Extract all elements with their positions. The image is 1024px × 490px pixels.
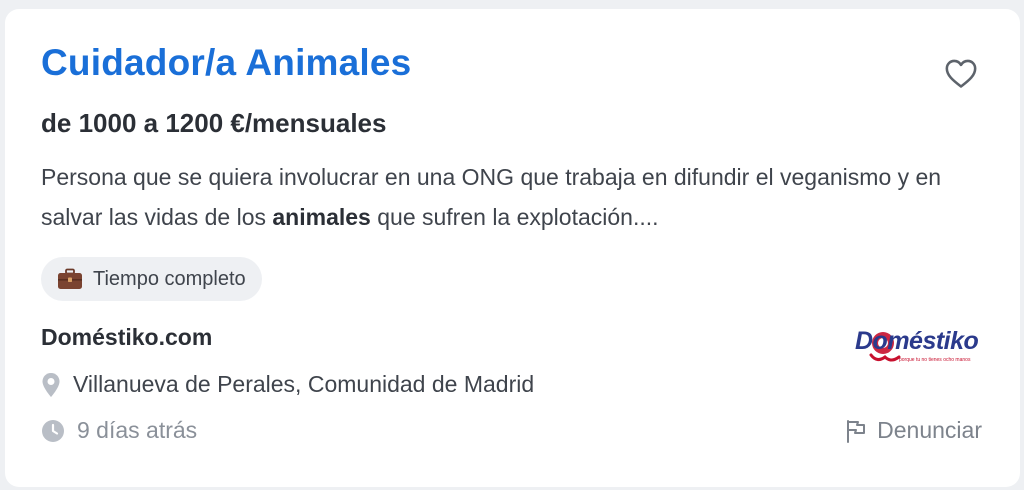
flag-icon xyxy=(845,419,867,443)
heart-outline-icon xyxy=(944,57,978,89)
job-description: Persona que se quiera involucrar en una … xyxy=(41,157,981,237)
logo-wordmark: Doméstiko xyxy=(855,327,979,355)
favorite-button[interactable] xyxy=(941,53,981,93)
contract-type-badge: Tiempo completo xyxy=(41,257,262,301)
posted-time-text: 9 días atrás xyxy=(77,417,198,443)
company-name[interactable]: Doméstiko.com xyxy=(41,324,212,351)
report-button[interactable]: Denunciar xyxy=(845,417,982,444)
job-title-link[interactable]: Cuidador/a Animales xyxy=(41,42,411,84)
map-pin-icon xyxy=(41,372,61,398)
location-text: Villanueva de Perales, Comunidad de Madr… xyxy=(73,371,535,397)
clock-icon xyxy=(41,419,65,443)
report-label: Denunciar xyxy=(877,417,982,443)
company-logo: Doméstiko porque tu no tienes ocho manos xyxy=(853,317,987,367)
job-card[interactable]: Cuidador/a Animales de 1000 a 1200 €/men… xyxy=(5,9,1020,487)
job-salary: de 1000 a 1200 €/mensuales xyxy=(41,108,387,138)
posted-time: 9 días atrás xyxy=(41,417,197,444)
briefcase-icon xyxy=(57,268,83,290)
contract-type-label: Tiempo completo xyxy=(93,267,246,290)
logo-tagline: porque tu no tienes ocho manos xyxy=(899,357,971,363)
job-location: Villanueva de Perales, Comunidad de Madr… xyxy=(41,371,534,398)
description-text-end: que sufren la explotación.... xyxy=(370,204,659,230)
description-highlight: animales xyxy=(272,204,371,230)
